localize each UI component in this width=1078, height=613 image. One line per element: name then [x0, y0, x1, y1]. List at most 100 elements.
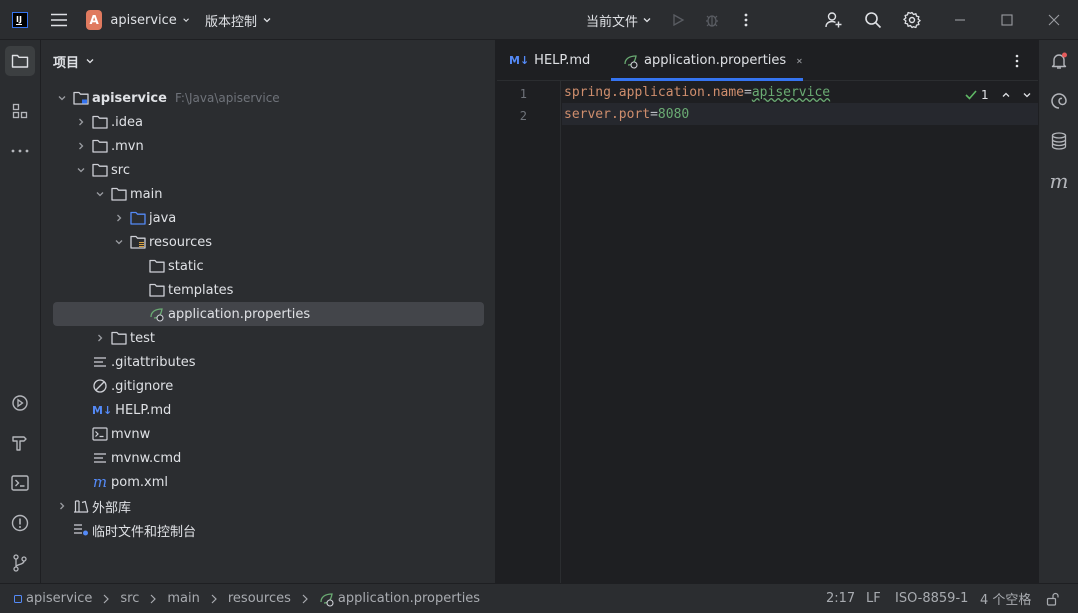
- services-tool-button[interactable]: [5, 388, 35, 418]
- folder-icon: [111, 330, 127, 346]
- run-config-label: 当前文件: [586, 14, 639, 30]
- vcs-menu[interactable]: 版本控制: [205, 0, 275, 40]
- inspection-count: 1: [981, 88, 989, 102]
- terminal-tool-button[interactable]: [5, 468, 35, 498]
- property-eq: =: [650, 107, 658, 122]
- close-window-button[interactable]: [1042, 0, 1066, 40]
- caret-position[interactable]: 2:17: [826, 584, 855, 613]
- line-separator[interactable]: LF: [866, 584, 881, 613]
- code-line-1[interactable]: spring.application.name=apiservice: [564, 85, 830, 100]
- tab-options-button[interactable]: [1009, 53, 1025, 69]
- project-panel: 项目 apiservice F:\Java\apiservice .idea .…: [41, 40, 496, 583]
- chevron-right-icon[interactable]: [74, 115, 88, 129]
- chevron-right-icon[interactable]: [74, 139, 88, 153]
- tree-node-main[interactable]: main: [53, 182, 484, 206]
- notifications-button[interactable]: [1044, 46, 1074, 76]
- code-line-2[interactable]: server.port=8080: [564, 107, 689, 122]
- tree-node-apiservice[interactable]: apiservice F:\Java\apiservice: [53, 86, 484, 110]
- right-tool-strip: m: [1038, 40, 1078, 583]
- tree-node-application-properties[interactable]: application.properties: [53, 302, 484, 326]
- maven-tool-button[interactable]: m: [1044, 166, 1074, 196]
- tree-label: .gitattributes: [111, 354, 196, 370]
- tree-node-mvnw-cmd[interactable]: mvnw.cmd: [53, 446, 484, 470]
- tree-label: templates: [168, 282, 234, 298]
- search-button[interactable]: [862, 0, 884, 40]
- tree-node-java[interactable]: java: [53, 206, 484, 230]
- file-encoding[interactable]: ISO-8859-1: [895, 584, 968, 613]
- tree-node-templates[interactable]: templates: [53, 278, 484, 302]
- folder-icon: [149, 282, 165, 298]
- resources-folder-icon: [130, 234, 146, 250]
- tree-node-test[interactable]: test: [53, 326, 484, 350]
- tree-node-help-md[interactable]: M↓ HELP.md: [53, 398, 484, 422]
- settings-button[interactable]: [901, 0, 923, 40]
- tree-label: .idea: [111, 114, 143, 130]
- breadcrumb-item[interactable]: main: [167, 591, 199, 606]
- problems-tool-button[interactable]: [5, 508, 35, 538]
- ai-assistant-button[interactable]: [1044, 86, 1074, 116]
- main-menu-icon[interactable]: [46, 0, 72, 40]
- project-path: F:\Java\apiservice: [174, 91, 280, 105]
- project-tool-button[interactable]: [5, 46, 35, 76]
- tree-node-resources[interactable]: resources: [53, 230, 484, 254]
- run-button[interactable]: [668, 0, 688, 40]
- vcs-label: 版本控制: [205, 14, 258, 30]
- tree-node-pom-xml[interactable]: m pom.xml: [53, 470, 484, 494]
- tree-node-idea[interactable]: .idea: [53, 110, 484, 134]
- tree-label: application.properties: [168, 306, 311, 322]
- tree-node-src[interactable]: src: [53, 158, 484, 182]
- chevron-right-icon[interactable]: [55, 499, 69, 513]
- maximize-button[interactable]: [995, 0, 1019, 40]
- property-key: server.port: [564, 107, 651, 122]
- spring-properties-icon: [149, 306, 165, 322]
- project-switcher[interactable]: A apiservice: [86, 0, 190, 40]
- close-tab-icon[interactable]: [796, 56, 803, 66]
- folder-icon: [11, 54, 29, 68]
- tree-node-mvn[interactable]: .mvn: [53, 134, 484, 158]
- chevron-down-icon[interactable]: [74, 163, 88, 177]
- library-icon: [73, 498, 89, 514]
- chevron-right-icon[interactable]: [93, 331, 107, 345]
- build-tool-button[interactable]: [5, 428, 35, 458]
- run-config-selector[interactable]: 当前文件: [586, 0, 656, 40]
- chevron-up-icon[interactable]: [1001, 90, 1011, 100]
- minimize-button[interactable]: [948, 0, 972, 40]
- app-logo-icon[interactable]: IJ: [8, 0, 32, 40]
- module-folder-icon: [73, 90, 89, 106]
- tree-node-gitattributes[interactable]: .gitattributes: [53, 350, 484, 374]
- tab-help-md[interactable]: M↓ HELP.md: [509, 40, 609, 81]
- maximize-icon: [1001, 14, 1013, 26]
- indent-setting[interactable]: 4 个空格: [980, 584, 1031, 613]
- tree-node-mvnw[interactable]: mvnw: [53, 422, 484, 446]
- tab-application-properties[interactable]: application.properties: [611, 40, 803, 81]
- breadcrumb-item[interactable]: apiservice: [26, 591, 92, 606]
- more-actions-button[interactable]: [736, 0, 756, 40]
- text-file-icon: [92, 450, 108, 466]
- tree-node-external-libraries[interactable]: 外部库: [53, 494, 484, 518]
- chevron-down-icon[interactable]: [1022, 90, 1032, 100]
- debug-button[interactable]: [702, 0, 722, 40]
- project-view-selector[interactable]: 项目: [53, 50, 95, 72]
- add-user-button[interactable]: [822, 0, 846, 40]
- chevron-down-icon[interactable]: [93, 187, 107, 201]
- breadcrumb-item[interactable]: resources: [228, 591, 291, 606]
- chevron-right-icon[interactable]: [112, 211, 126, 225]
- tree-node-gitignore[interactable]: .gitignore: [53, 374, 484, 398]
- tree-node-scratches[interactable]: 临时文件和控制台: [53, 518, 484, 542]
- tree-label: resources: [149, 234, 213, 250]
- add-user-icon: [825, 12, 842, 28]
- breadcrumb-item[interactable]: src: [120, 591, 139, 606]
- chevron-right-icon: [211, 594, 217, 603]
- structure-tool-button[interactable]: [5, 96, 35, 126]
- readonly-toggle[interactable]: [1046, 584, 1060, 613]
- chevron-down-icon[interactable]: [112, 235, 126, 249]
- bug-icon: [706, 15, 718, 27]
- database-button[interactable]: [1044, 126, 1074, 156]
- more-tools-button[interactable]: [5, 136, 35, 166]
- breadcrumb-item[interactable]: application.properties: [338, 591, 480, 606]
- inspection-widget[interactable]: 1: [965, 86, 1032, 104]
- tree-label: pom.xml: [111, 474, 168, 490]
- git-tool-button[interactable]: [5, 548, 35, 578]
- chevron-down-icon[interactable]: [55, 91, 69, 105]
- tree-node-static[interactable]: static: [53, 254, 484, 278]
